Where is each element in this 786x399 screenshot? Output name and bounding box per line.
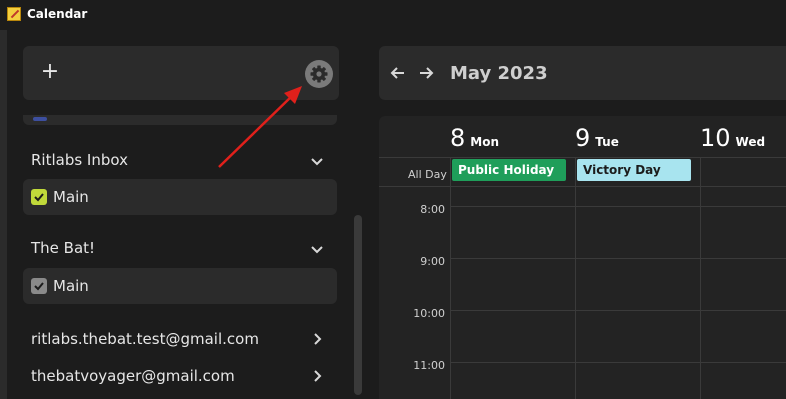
calendar-label: Main	[53, 188, 89, 206]
day-number: 9	[575, 124, 591, 152]
day-name: Mon	[470, 135, 500, 149]
settings-gear-button[interactable]	[305, 60, 333, 88]
chevron-right-icon[interactable]	[309, 331, 325, 347]
group-label: Ritlabs Inbox	[31, 151, 128, 169]
checkbox-checked-icon[interactable]	[31, 278, 47, 294]
sidebar: + Ritlabs Inbox Main The Bat! Main ritla…	[7, 30, 367, 399]
calendar-app-icon	[7, 7, 21, 21]
sidebar-toolbar: +	[23, 46, 339, 100]
chevron-right-icon[interactable]	[309, 368, 325, 384]
day-header-tue[interactable]: 9 Tue	[575, 124, 619, 158]
account-label: thebatvoyager@gmail.com	[31, 367, 235, 385]
window-left-edge	[0, 30, 7, 399]
event-public-holiday[interactable]: Public Holiday	[452, 159, 566, 181]
day-name: Wed	[735, 135, 766, 149]
hour-label: 11:00	[413, 359, 445, 372]
week-grid: 8 Mon 9 Tue 10 Wed All Day Public Holiday V…	[379, 116, 786, 399]
chevron-down-icon[interactable]	[309, 241, 325, 257]
hour-label: 10:00	[413, 307, 445, 320]
day-header-mon[interactable]: 8 Mon	[450, 124, 499, 158]
sidebar-scrollbar[interactable]	[354, 215, 362, 395]
day-number: 10	[700, 124, 731, 152]
hour-gridline	[450, 206, 786, 207]
group-label: The Bat!	[31, 239, 96, 257]
calendar-label: Main	[53, 277, 89, 295]
calendar-toolbar: May 2023	[379, 46, 786, 100]
group-header-the-bat[interactable]: The Bat!	[23, 231, 337, 267]
account-item[interactable]: ritlabs.thebat.test@gmail.com	[23, 322, 337, 356]
calendar-list: Ritlabs Inbox Main The Bat! Main ritlabs…	[23, 115, 337, 399]
checkbox-checked-icon[interactable]	[31, 189, 47, 205]
all-day-label: All Day	[408, 168, 447, 181]
window-title: Calendar	[27, 7, 88, 21]
day-header-wed[interactable]: 10 Wed	[700, 124, 765, 158]
account-label: ritlabs.thebat.test@gmail.com	[31, 330, 259, 348]
hour-gridline	[450, 258, 786, 259]
calendar-color-swatch	[33, 117, 47, 121]
day-name: Tue	[595, 135, 619, 149]
add-calendar-button[interactable]: +	[37, 58, 63, 86]
event-victory-day[interactable]: Victory Day	[577, 159, 691, 181]
list-item-partial[interactable]	[23, 115, 337, 125]
chevron-down-icon[interactable]	[309, 153, 325, 169]
calendar-item-main[interactable]: Main	[23, 268, 337, 304]
day-number: 8	[450, 124, 466, 152]
hour-gridline	[450, 362, 786, 363]
arrow-left-icon[interactable]	[388, 63, 408, 83]
hour-label: 9:00	[420, 255, 445, 268]
gear-icon	[310, 65, 328, 83]
account-item[interactable]: thebatvoyager@gmail.com	[23, 359, 337, 393]
arrow-right-icon[interactable]	[416, 63, 436, 83]
calendar-item-main[interactable]: Main	[23, 179, 337, 215]
title-bar: Calendar	[0, 0, 786, 30]
month-title: May 2023	[450, 63, 548, 84]
hour-label: 8:00	[420, 203, 445, 216]
group-header-ritlabs-inbox[interactable]: Ritlabs Inbox	[23, 143, 337, 179]
hour-gridline	[450, 310, 786, 311]
